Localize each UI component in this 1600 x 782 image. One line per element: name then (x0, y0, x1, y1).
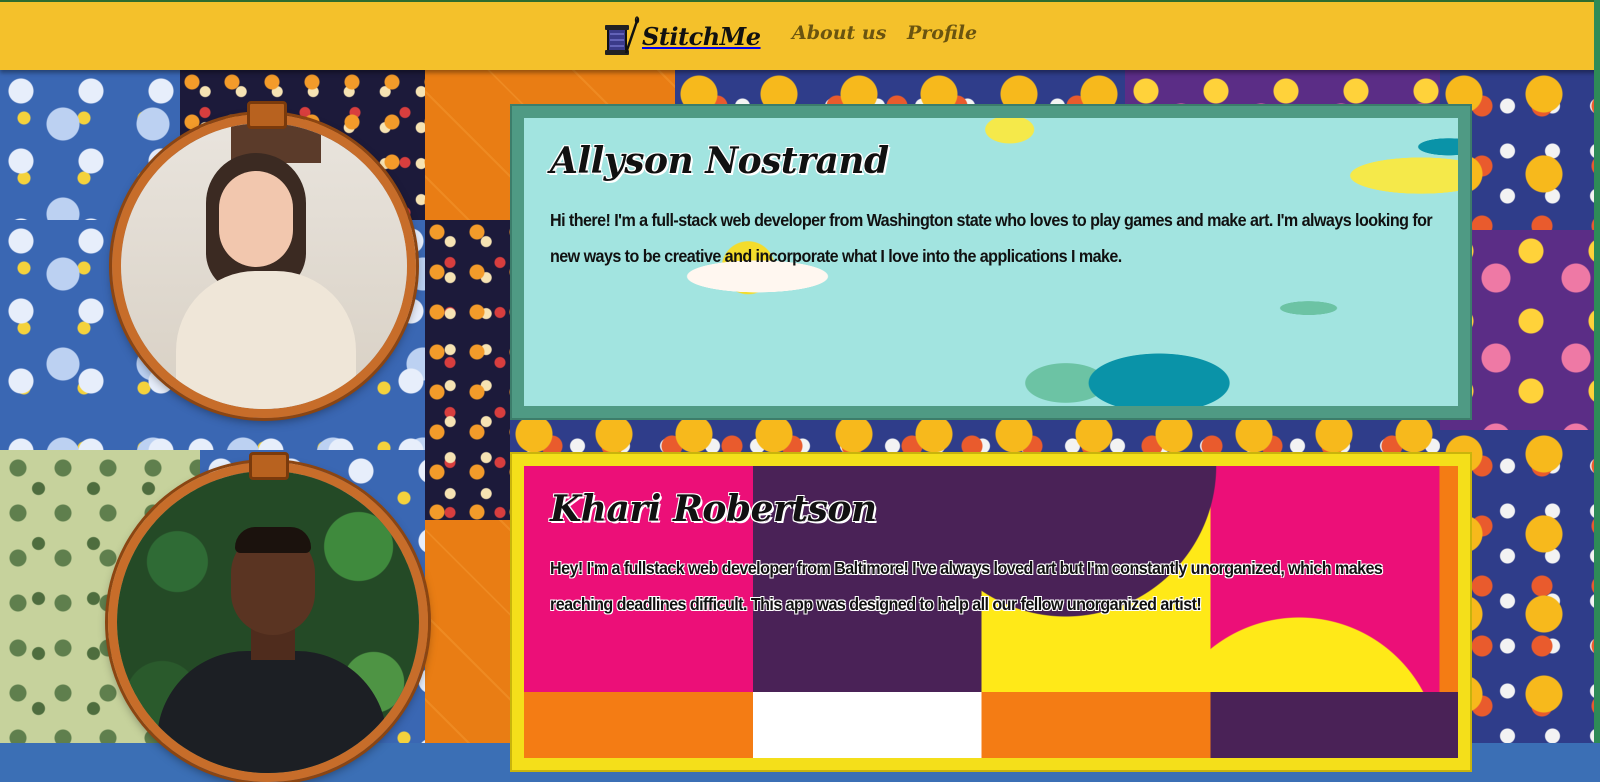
team-member-card: Allyson Nostrand Hi there! I'm a full-st… (510, 104, 1472, 420)
team-member-photo (117, 471, 419, 773)
nav-link-profile[interactable]: Profile (907, 22, 977, 44)
hoop-clasp (247, 101, 287, 129)
card-fabric-panel: Allyson Nostrand Hi there! I'm a full-st… (524, 118, 1458, 406)
team-member-photo (121, 123, 407, 409)
embroidery-hoop-portrait (108, 462, 428, 782)
spool-and-needle-icon (605, 16, 640, 55)
card-fabric-panel: Khari Robertson Hey! I'm a fullstack web… (524, 466, 1458, 758)
nav-link-about-us[interactable]: About us (792, 22, 886, 44)
embroidery-hoop-portrait (112, 114, 416, 418)
team-member-bio: Hi there! I'm a full-stack web developer… (550, 210, 1433, 266)
team-member-name: Allyson Nostrand (550, 140, 889, 182)
team-member-card: Khari Robertson Hey! I'm a fullstack web… (510, 452, 1472, 772)
quilt-patch (425, 220, 515, 520)
brand-name: StitchMe (642, 21, 761, 51)
team-member-bio: Hey! I'm a fullstack web developer from … (550, 558, 1383, 614)
quilt-patch (425, 520, 515, 743)
hoop-clasp (249, 452, 289, 480)
navbar: StitchMe About us Profile (0, 0, 1600, 70)
brand-link[interactable]: StitchMe (602, 16, 761, 56)
scrollbar[interactable] (1594, 0, 1600, 743)
team-member-name: Khari Robertson (550, 488, 877, 530)
